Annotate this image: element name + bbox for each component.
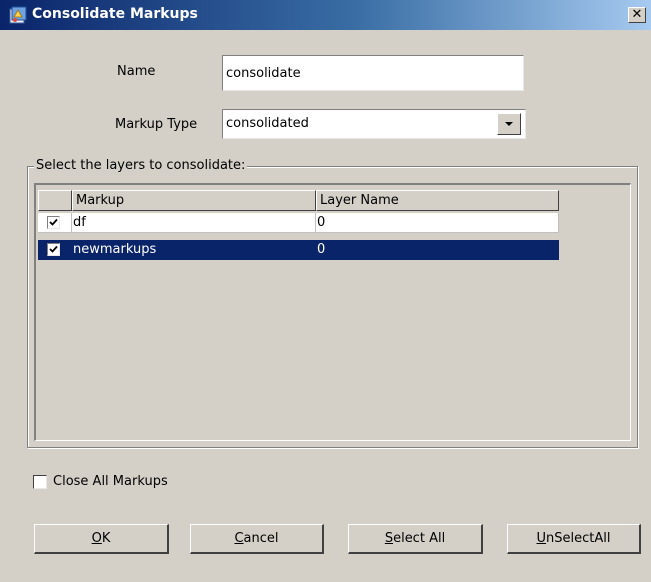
chevron-down-icon — [505, 122, 513, 126]
column-header-check[interactable] — [38, 190, 72, 211]
row-check-cell[interactable] — [38, 213, 72, 233]
close-all-markups-label: Close All Markups — [53, 474, 168, 489]
row-markup-cell: newmarkups — [72, 240, 316, 260]
markup-type-label: Markup Type — [115, 117, 198, 132]
row-markup-cell: df — [72, 213, 316, 233]
title-bar[interactable]: Consolidate Markups ✕ — [0, 0, 651, 30]
checkmark-icon — [49, 245, 58, 253]
ok-mnemonic: O — [91, 531, 102, 546]
ok-label-rest: K — [101, 531, 111, 546]
row-layer-cell: 0 — [316, 240, 559, 260]
unselect-all-button[interactable]: UnSelectAll — [507, 524, 641, 554]
consolidate-app-icon — [9, 6, 27, 24]
unselect-all-mnemonic: U — [536, 531, 547, 546]
cancel-mnemonic: C — [234, 531, 244, 546]
column-header-markup[interactable]: Markup — [72, 190, 316, 211]
select-all-button[interactable]: Select All — [348, 524, 483, 554]
dropdown-arrow-button[interactable] — [497, 113, 521, 135]
table-row[interactable]: newmarkups 0 — [38, 240, 559, 260]
checkmark-icon — [49, 218, 58, 226]
ok-button[interactable]: OK — [34, 524, 169, 554]
layers-group-title: Select the layers to consolidate: — [34, 158, 248, 173]
row-checkbox[interactable] — [47, 216, 60, 229]
cancel-button[interactable]: Cancel — [190, 524, 324, 554]
markup-type-value: consolidated — [226, 116, 309, 131]
table-row[interactable]: df 0 — [38, 213, 559, 233]
name-input[interactable] — [222, 55, 524, 91]
row-layer-cell: 0 — [316, 213, 559, 233]
close-button[interactable]: ✕ — [628, 7, 646, 23]
name-label: Name — [117, 64, 156, 79]
cancel-label-rest: ancel — [243, 531, 279, 546]
row-check-cell[interactable] — [38, 240, 72, 260]
close-all-markups-checkbox[interactable] — [33, 475, 47, 489]
window-title: Consolidate Markups — [32, 6, 198, 22]
close-icon: ✕ — [631, 7, 643, 22]
markup-type-select[interactable]: consolidated — [222, 109, 526, 139]
select-all-label-rest: elect All — [393, 531, 446, 546]
unselect-all-label-rest: nSelectAll — [546, 531, 611, 546]
select-all-mnemonic: S — [384, 531, 394, 546]
row-checkbox[interactable] — [47, 243, 60, 256]
column-header-layer-name[interactable]: Layer Name — [316, 190, 559, 211]
